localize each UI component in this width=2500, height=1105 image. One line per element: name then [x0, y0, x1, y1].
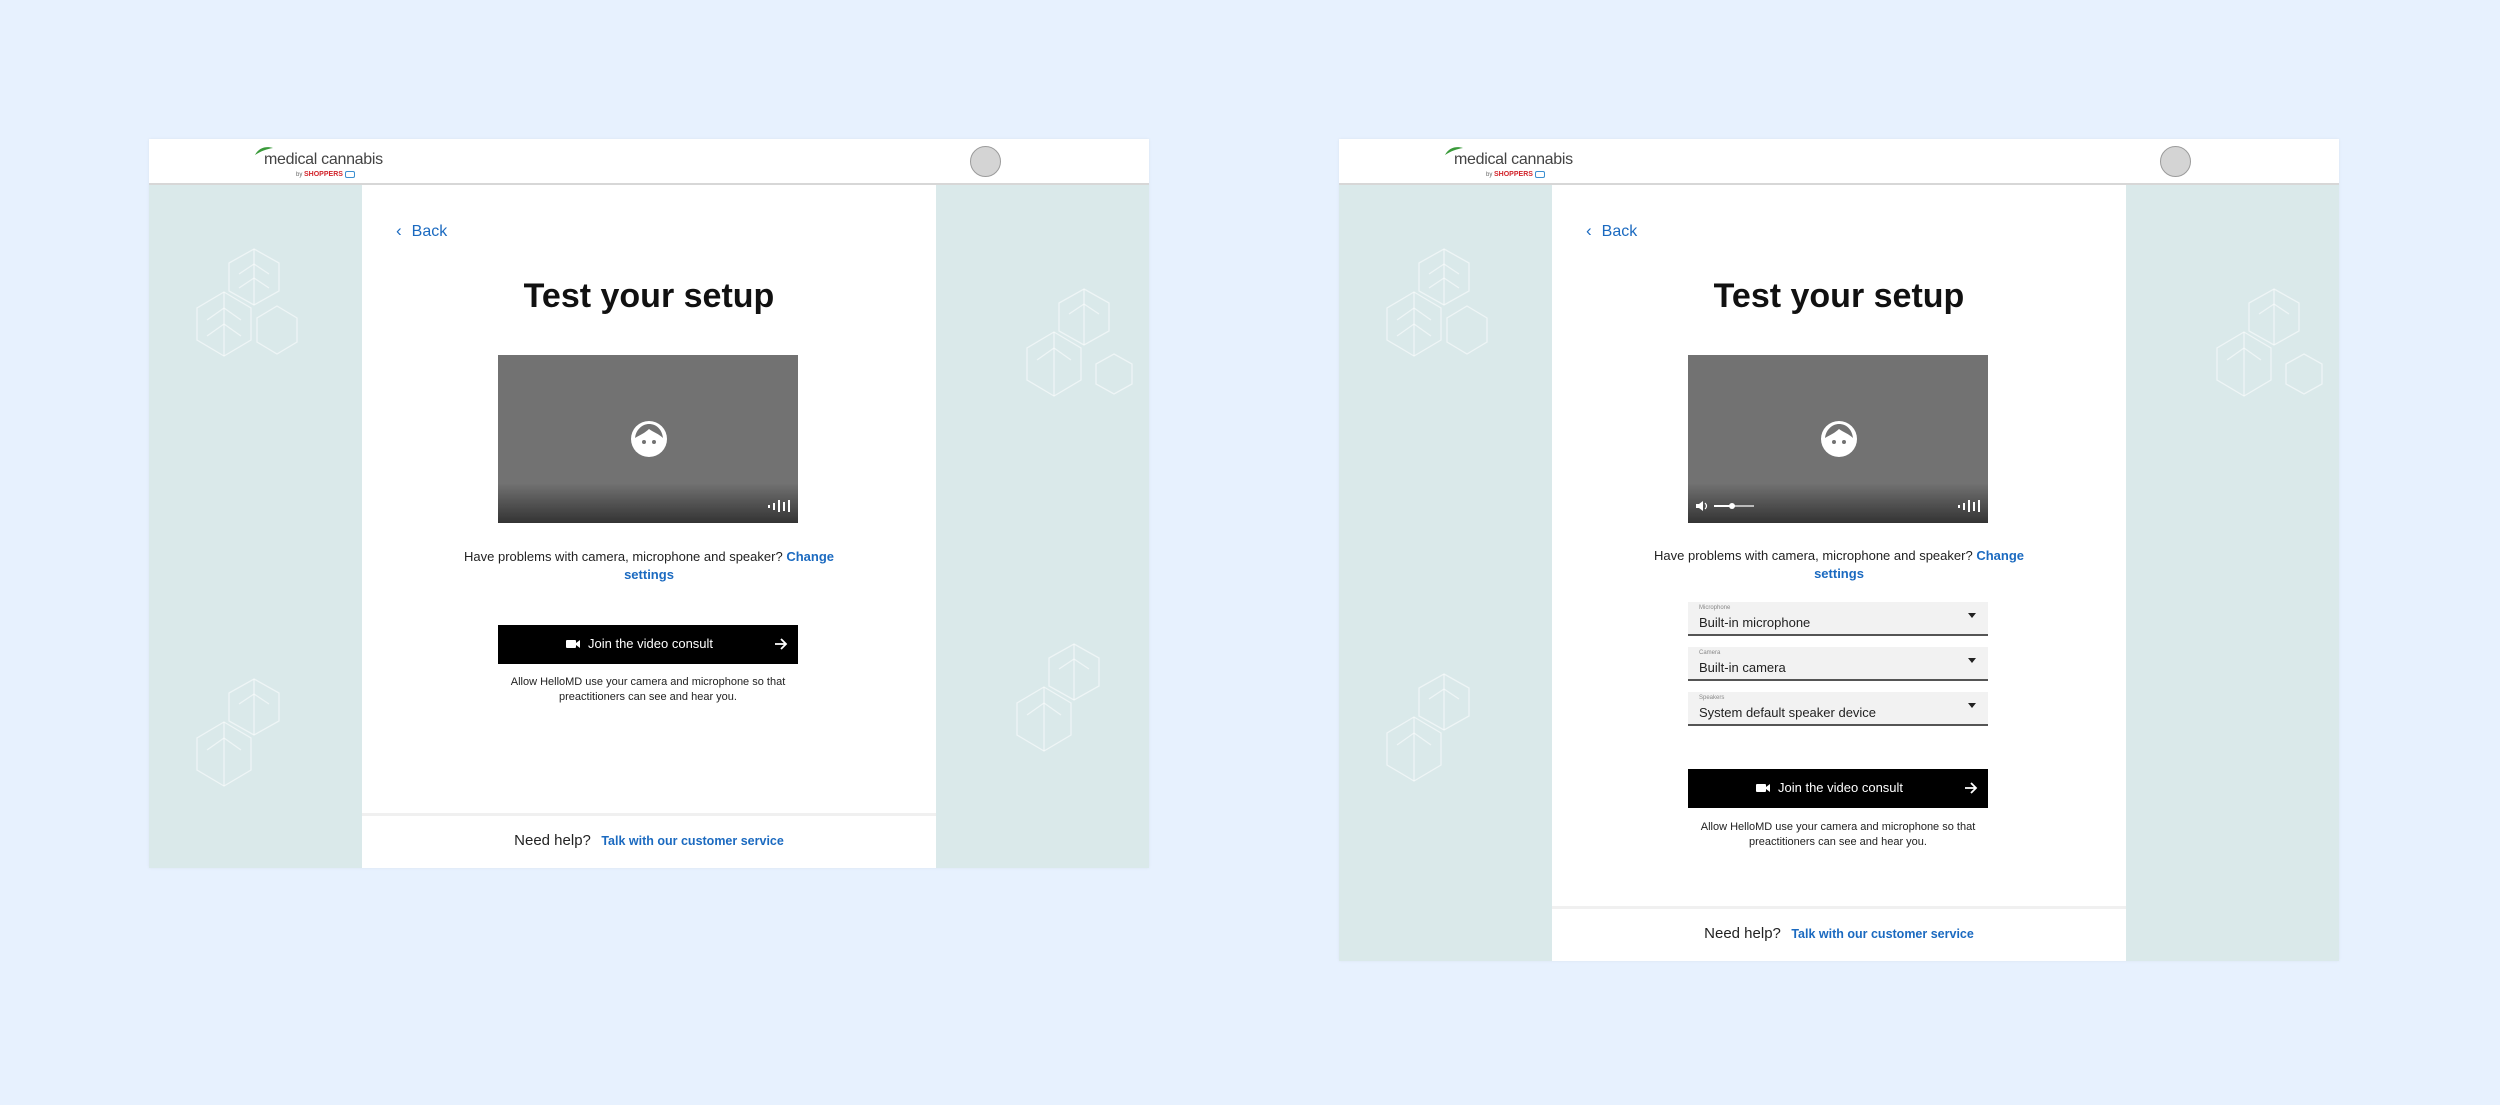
- hexagon-pattern-right-top: [2216, 288, 2323, 397]
- camera-select-label: Camera: [1699, 650, 1721, 656]
- volume-control[interactable]: [1696, 500, 1766, 512]
- video-controls-overlay: [498, 483, 798, 523]
- brand-name: medical cannabis: [1454, 151, 1573, 168]
- volume-icon: [1696, 501, 1708, 511]
- setup-panel: ‹ Back Test your setup Have problems with…: [1552, 185, 2126, 961]
- microphone-select-value: Built-in microphone: [1699, 615, 1811, 630]
- screen-settings-expanded: medical cannabis by SHOPPERS ‹ Back Test …: [1339, 139, 2339, 961]
- brand-byline: by SHOPPERS: [1486, 171, 1545, 178]
- caret-down-icon: [1968, 613, 1976, 618]
- help-question: Need help?: [514, 832, 591, 849]
- audio-bars-icon[interactable]: [768, 500, 790, 512]
- top-bar: medical cannabis by SHOPPERS: [1339, 139, 2339, 185]
- page-title: Test your setup: [523, 277, 775, 315]
- permission-note: Allow HelloMD use your camera and microp…: [1700, 821, 1976, 848]
- camera-icon: [566, 640, 580, 648]
- page-title: Test your setup: [1713, 277, 1965, 315]
- customer-service-link[interactable]: Talk with our customer service: [601, 834, 783, 848]
- camera-icon: [1756, 784, 1770, 792]
- hexagon-pattern-right-bottom: [1016, 643, 1100, 752]
- hexagon-pattern-left-top: [196, 248, 298, 357]
- brand-byline: by SHOPPERS: [296, 171, 355, 178]
- problem-text: Have problems with camera, microphone an…: [1654, 548, 2024, 581]
- avatar[interactable]: [2160, 146, 2191, 177]
- volume-slider-knob: [1729, 503, 1735, 509]
- caret-down-icon: [1968, 703, 1976, 708]
- caret-down-icon: [1968, 658, 1976, 663]
- arrow-right-icon: [1965, 782, 1978, 794]
- speaker-select-value: System default speaker device: [1699, 705, 1877, 720]
- microphone-select[interactable]: Microphone Built-in microphone: [1688, 602, 1988, 636]
- brand-name: medical cannabis: [264, 151, 383, 168]
- join-label: Join the video consult: [1778, 780, 1904, 795]
- camera-select-value: Built-in camera: [1699, 660, 1786, 675]
- arrow-right-icon: [775, 638, 788, 650]
- face-icon: [1821, 421, 1857, 457]
- face-icon: [631, 421, 667, 457]
- avatar[interactable]: [970, 146, 1001, 177]
- top-bar: medical cannabis by SHOPPERS: [149, 139, 1149, 185]
- video-preview: [498, 355, 798, 523]
- customer-service-link[interactable]: Talk with our customer service: [1791, 927, 1973, 941]
- audio-bars-icon[interactable]: [1958, 500, 1980, 512]
- speaker-select-label: Speakers: [1699, 695, 1725, 701]
- back-link[interactable]: ‹ Back: [396, 221, 447, 241]
- brand-logo[interactable]: medical cannabis by SHOPPERS: [1444, 144, 1574, 180]
- help-question: Need help?: [1704, 925, 1781, 942]
- hexagon-pattern-right-top: [1026, 288, 1133, 397]
- brand-logo[interactable]: medical cannabis by SHOPPERS: [254, 144, 384, 180]
- chevron-left-icon: ‹: [396, 221, 402, 240]
- chevron-left-icon: ‹: [1586, 221, 1592, 240]
- hexagon-pattern-left-bottom: [196, 678, 280, 787]
- problem-text: Have problems with camera, microphone an…: [464, 549, 834, 582]
- camera-select[interactable]: Camera Built-in camera: [1688, 647, 1988, 681]
- join-video-consult-button[interactable]: Join the video consult: [498, 625, 798, 664]
- back-label: Back: [411, 223, 448, 240]
- permission-note: Allow HelloMD use your camera and microp…: [510, 676, 786, 703]
- hexagon-pattern-left-top: [1386, 248, 1488, 357]
- help-footer: Need help? Talk with our customer servic…: [1552, 906, 2126, 961]
- back-link[interactable]: ‹ Back: [1586, 221, 1637, 241]
- setup-panel: ‹ Back Test your setup Have problems with…: [362, 185, 936, 868]
- help-footer: Need help? Talk with our customer servic…: [362, 813, 936, 868]
- join-video-consult-button[interactable]: Join the video consult: [1688, 769, 1988, 808]
- microphone-select-label: Microphone: [1699, 605, 1731, 611]
- back-label: Back: [1601, 223, 1638, 240]
- hexagon-pattern-left-bottom: [1386, 673, 1470, 782]
- join-label: Join the video consult: [588, 636, 714, 651]
- speaker-select[interactable]: Speakers System default speaker device: [1688, 692, 1988, 726]
- video-preview: [1688, 355, 1988, 523]
- screen-default: medical cannabis by SHOPPERS ‹ Back Test …: [149, 139, 1149, 868]
